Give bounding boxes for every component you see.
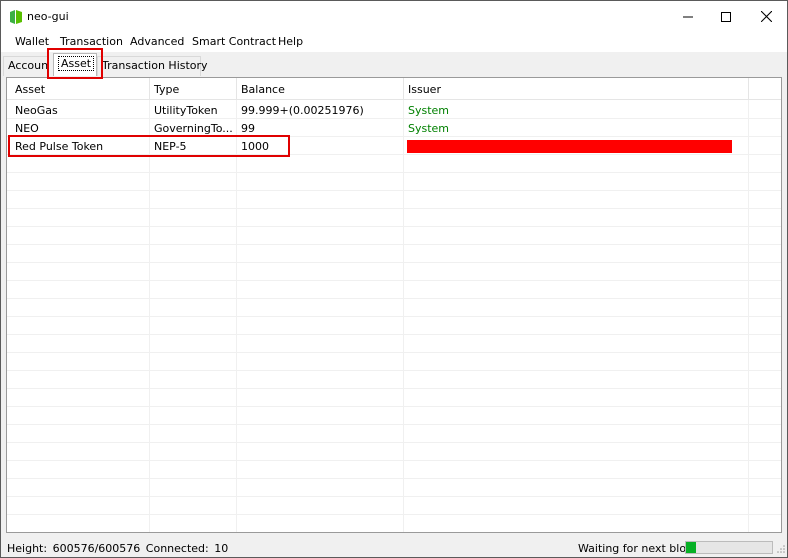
- cell-balance: 99.999+(0.00251976): [241, 104, 364, 117]
- grid-line: [236, 100, 237, 532]
- grid-line: [7, 424, 781, 425]
- menu-help[interactable]: Help: [278, 35, 303, 48]
- resize-grip-icon[interactable]: [776, 544, 786, 554]
- column-header-asset[interactable]: Asset: [15, 83, 45, 96]
- grid-line: [7, 496, 781, 497]
- tab-account[interactable]: Account: [3, 56, 49, 76]
- close-button[interactable]: [743, 1, 787, 32]
- redacted-issuer-bar: [407, 140, 732, 153]
- main-window: neo-gui Wallet Transaction Advanced Smar…: [0, 0, 788, 558]
- cell-type: UtilityToken: [154, 104, 218, 117]
- cell-balance: 1000: [241, 140, 269, 153]
- grid-line: [7, 244, 781, 245]
- grid-line: [7, 442, 781, 443]
- close-icon: [760, 11, 772, 22]
- grid-line: [748, 100, 749, 532]
- menu-advanced[interactable]: Advanced: [130, 35, 184, 48]
- column-divider[interactable]: [403, 78, 404, 100]
- column-divider[interactable]: [748, 78, 749, 100]
- connected-value: 10: [214, 542, 229, 555]
- cell-asset: Red Pulse Token: [15, 140, 104, 153]
- waiting-label: Waiting for next block:: [578, 542, 703, 555]
- menu-smart-contract[interactable]: Smart Contract: [192, 35, 276, 48]
- grid-line: [7, 460, 781, 461]
- status-bar: Height: 600576/600576 Connected: 10 Wait…: [1, 537, 787, 557]
- grid-line: [403, 100, 404, 532]
- cell-type: NEP-5: [154, 140, 187, 153]
- cell-asset: NeoGas: [15, 104, 58, 117]
- tab-strip: Account Transaction History Asset: [1, 52, 787, 77]
- cell-asset: NEO: [15, 122, 39, 135]
- block-progress-fill: [686, 542, 696, 553]
- grid-line: [7, 334, 781, 335]
- height-label: Height:: [7, 542, 48, 555]
- cell-balance: 99: [241, 122, 255, 135]
- column-divider[interactable]: [236, 78, 237, 100]
- table-row[interactable]: NEO GoverningTo... 99 System: [7, 119, 781, 137]
- grid-line: [7, 298, 781, 299]
- table-header: Asset Type Balance Issuer: [7, 78, 781, 100]
- grid-line: [7, 478, 781, 479]
- status-info: Height: 600576/600576 Connected: 10: [7, 542, 230, 555]
- height-value: 600576/600576: [52, 542, 141, 555]
- menu-bar: Wallet Transaction Advanced Smart Contra…: [1, 32, 787, 52]
- cell-issuer: System: [408, 104, 450, 117]
- table-row[interactable]: NeoGas UtilityToken 99.999+(0.00251976) …: [7, 101, 781, 119]
- tab-transaction-history[interactable]: Transaction History: [97, 56, 208, 76]
- minimize-icon: [683, 16, 693, 17]
- tab-asset[interactable]: Asset: [53, 53, 97, 76]
- column-header-type[interactable]: Type: [154, 83, 179, 96]
- grid-line: [7, 208, 781, 209]
- cell-type: GoverningTo...: [154, 122, 233, 135]
- column-header-balance[interactable]: Balance: [241, 83, 285, 96]
- maximize-icon: [721, 11, 731, 22]
- grid-line: [7, 172, 781, 173]
- grid-line: [7, 316, 781, 317]
- tab-history-label: Transaction History: [102, 59, 208, 72]
- neo-logo-icon: [10, 10, 22, 24]
- column-header-issuer[interactable]: Issuer: [408, 83, 441, 96]
- grid-line: [7, 388, 781, 389]
- tab-account-label: Account: [8, 59, 49, 72]
- grid-line: [7, 352, 781, 353]
- column-divider[interactable]: [149, 78, 150, 100]
- connected-label: Connected:: [145, 542, 209, 555]
- grid-line: [7, 514, 781, 515]
- grid-line: [7, 370, 781, 371]
- tab-asset-label: Asset: [58, 56, 95, 71]
- title-bar[interactable]: neo-gui: [1, 1, 787, 32]
- grid-line: [7, 532, 781, 533]
- grid-line: [149, 100, 150, 532]
- cell-issuer: System: [408, 122, 450, 135]
- grid-line: [7, 262, 781, 263]
- window-title: neo-gui: [27, 10, 69, 23]
- block-progress-bar: [685, 541, 773, 554]
- asset-list[interactable]: Asset Type Balance Issuer NeoGas Utility…: [6, 77, 782, 533]
- menu-transaction[interactable]: Transaction: [60, 35, 123, 48]
- menu-wallet[interactable]: Wallet: [15, 35, 49, 48]
- grid-line: [7, 280, 781, 281]
- grid-line: [7, 226, 781, 227]
- grid-line: [7, 406, 781, 407]
- grid-line: [7, 190, 781, 191]
